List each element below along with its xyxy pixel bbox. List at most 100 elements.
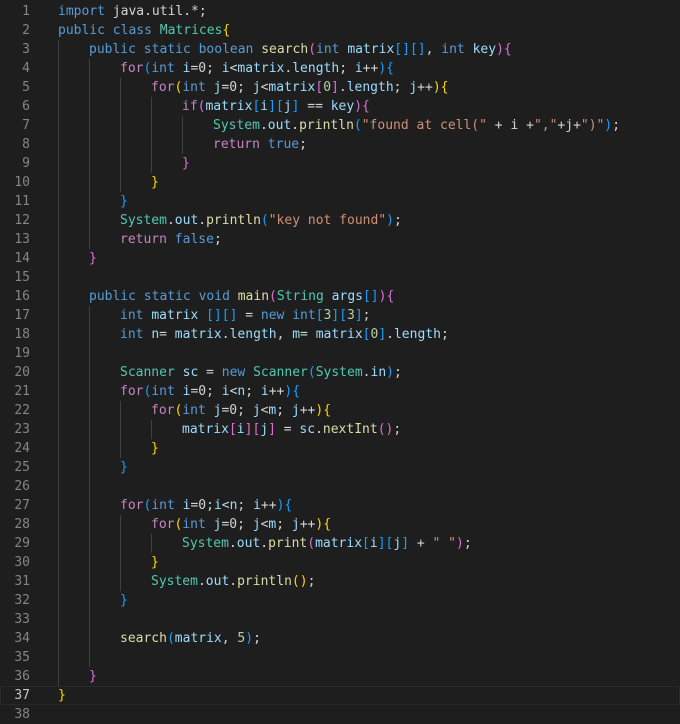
code-text: } [120,192,128,211]
code-text: Scanner sc = new Scanner(System.in); [120,363,402,382]
code-text: System.out.println("key not found"); [120,211,402,230]
code-token: public [89,42,136,57]
code-text: System.out.println(); [151,572,315,591]
code-line[interactable]: 20 Scanner sc = new Scanner(System.in); [0,363,680,382]
code-line[interactable]: 34 search(matrix, 5); [0,629,680,648]
indent-guide [120,173,121,192]
line-number: 32 [14,593,30,608]
code-token: ) [455,536,464,551]
code-token: matrix [315,536,363,551]
indent-guide [89,496,90,515]
code-token: 0 [323,80,332,95]
code-line[interactable]: 25} [0,458,680,477]
indent-guide [89,420,90,439]
code-token: = [159,327,175,342]
code-token: n [151,327,160,342]
code-token: "found at cell(" [361,118,487,133]
code-line[interactable]: 14} [0,249,680,268]
code-line[interactable]: 33 [0,610,680,629]
line-number: 30 [14,555,30,570]
code-token: out [236,536,261,551]
code-line[interactable]: 35 [0,648,680,667]
indent-guide [58,325,59,344]
line-number: 23 [14,422,30,437]
code-line[interactable]: 38 [0,705,680,724]
code-line[interactable]: 19 [0,344,680,363]
line-number: 27 [14,498,30,513]
code-line[interactable]: 4 for(int i=0; i<matrix.length; i++){ [0,59,680,78]
code-token: == [299,99,331,114]
code-text: if(matrix[i][j] == key){ [182,97,370,116]
code-line[interactable]: 1 import java.util.*; [0,2,680,21]
code-line[interactable]: 9} [0,154,680,173]
code-token: i [260,99,269,114]
code-text: import java.util.*; [58,2,207,21]
code-line[interactable]: 32} [0,591,680,610]
code-line[interactable]: 12 System.out.println("key not found"); [0,211,680,230]
code-token: ) [378,61,387,76]
line-number: 29 [14,536,30,551]
code-token: } [120,593,128,608]
code-line[interactable]: 31 System.out.println(); [0,572,680,591]
indent-guide [58,363,59,382]
code-token: sc [299,422,316,437]
code-line[interactable]: 7 System.out.println("found at cell(" + i… [0,116,680,135]
code-line[interactable]: 28 for(int j=0; j<m; j++){ [0,515,680,534]
code-line[interactable]: 5 for(int j=0; j<matrix[0].length; j++){ [0,78,680,97]
line-number: 31 [14,574,30,589]
code-token: ] [268,422,276,437]
code-line[interactable]: 24} [0,439,680,458]
code-token: ] [378,327,387,342]
line-number: 11 [14,194,30,209]
code-text: int matrix [][] = new int[3][3]; [120,306,371,325]
code-line[interactable]: 10} [0,173,680,192]
code-line[interactable]: 3 public static boolean search(int matrix… [0,40,680,59]
code-token: System [120,213,167,228]
code-editor[interactable]: 1 import java.util.*; 2 public class Matric… [0,2,680,724]
code-line[interactable]: 29 System.out.print(matrix[i][j] + " "); [0,534,680,553]
code-text: public static void main(String args[]){ [89,287,394,306]
code-line[interactable]: 27 for(int i=0;i<n; i++){ [0,496,680,515]
code-line[interactable]: 23 matrix[i][j] = sc.nextInt(); [0,420,680,439]
code-token: "key not found" [268,213,387,228]
code-text: int n= matrix.length, m= matrix[0].lengt… [120,325,449,344]
indent-guide [58,534,59,553]
code-line[interactable]: 17 int matrix [][] = new int[3][3]; [0,306,680,325]
code-line[interactable]: 2 public class Matrices{ [0,21,680,40]
code-token: { [323,517,332,532]
code-line[interactable]: 15 [0,268,680,287]
code-token: matrix [347,42,395,57]
line-number: 12 [14,213,30,228]
code-line[interactable]: 30} [0,553,680,572]
code-line[interactable]: 8 return true; [0,135,680,154]
indent-guide [120,439,121,458]
code-token: int [182,517,206,532]
code-line[interactable]: 16 public static void main(String args[])… [0,287,680,306]
code-token: . [197,574,206,589]
code-line[interactable]: 26 [0,477,680,496]
code-line[interactable]: 36} [0,667,680,686]
code-token: . [260,536,269,551]
indent-guide [120,154,121,173]
code-line[interactable]: 37} [0,686,680,705]
code-line[interactable]: 21 for(int i=0; i<n; i++){ [0,382,680,401]
code-token: System [182,536,229,551]
code-token: . [362,365,371,380]
code-token: ) [354,99,363,114]
code-line[interactable]: 22 for(int j=0; j<m; j++){ [0,401,680,420]
code-token: ; [245,384,261,399]
code-token: ; [393,422,402,437]
code-line[interactable]: 11} [0,192,680,211]
code-token: String [276,289,324,304]
code-token: i [221,61,230,76]
code-text: for(int j=0; j<matrix[0].length; j++){ [151,78,448,97]
code-line[interactable]: 6 if(matrix[i][j] == key){ [0,97,680,116]
code-line[interactable]: 13 return false; [0,230,680,249]
code-token: for [120,384,144,399]
code-token: [] [409,42,426,57]
code-line[interactable]: 18 int n= matrix.length, m= matrix[0].len… [0,325,680,344]
code-token: [ [228,422,237,437]
